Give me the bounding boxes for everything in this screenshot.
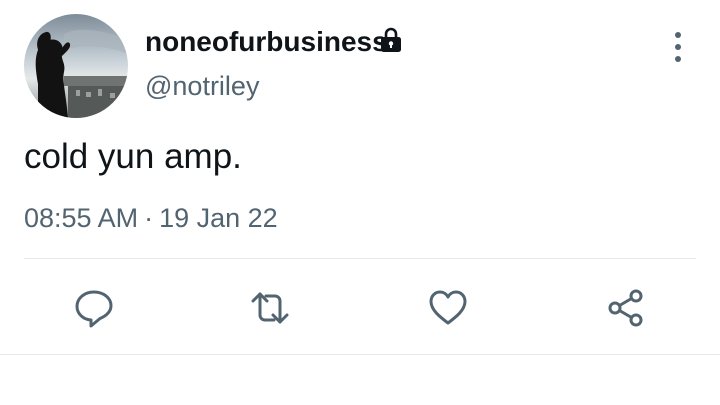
display-name[interactable]: noneofurbusiness <box>145 24 388 60</box>
reply-button[interactable] <box>74 288 114 328</box>
divider-bottom <box>0 354 720 355</box>
meta-separator: · <box>144 203 154 233</box>
share-icon <box>608 289 643 327</box>
divider <box>24 258 696 259</box>
tweet-detail: noneofurbusiness @notriley cold yun amp.… <box>0 0 720 405</box>
like-button[interactable] <box>428 288 468 328</box>
retweet-icon <box>251 292 289 324</box>
tweet-time: 08:55 AM <box>24 203 139 233</box>
tweet-timestamp[interactable]: 08:55 AM · 19 Jan 22 <box>24 200 278 236</box>
like-icon <box>429 290 467 325</box>
share-button[interactable] <box>606 288 646 328</box>
tweet-text: cold yun amp. <box>24 137 242 176</box>
avatar[interactable] <box>24 14 128 118</box>
lock-icon <box>381 27 401 52</box>
reply-icon <box>75 290 113 328</box>
handle[interactable]: @notriley <box>145 68 259 104</box>
more-vertical-icon[interactable] <box>664 30 692 64</box>
tweet-date: 19 Jan 22 <box>159 203 278 233</box>
retweet-button[interactable] <box>250 288 290 328</box>
